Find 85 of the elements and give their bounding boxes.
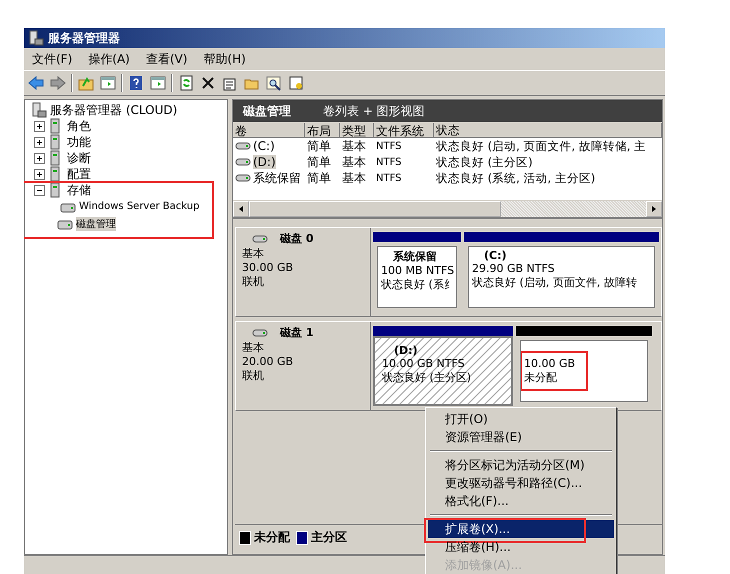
pane-title: 磁盘管理	[243, 102, 291, 120]
drive-icon	[235, 141, 251, 151]
table-cell: 简单	[307, 170, 331, 186]
tree-item[interactable]: 功能	[67, 134, 91, 150]
legend-label: 未分配	[254, 529, 290, 546]
table-cell: (D:)	[253, 155, 276, 169]
menu-item[interactable]: 帮助(H)	[203, 50, 246, 68]
column-header[interactable]: 文件系统	[374, 122, 434, 138]
table-cell: (C:)	[253, 139, 275, 153]
drive-icon	[252, 328, 268, 338]
help-icon[interactable]	[127, 74, 145, 92]
menu-item[interactable]: 将分区标记为活动分区(M)	[428, 456, 614, 474]
table-cell: 状态良好 (主分区)	[436, 154, 533, 170]
tree-item[interactable]: 配置	[67, 166, 91, 182]
table-cell: NTFS	[376, 140, 402, 152]
column-header[interactable]: 布局	[305, 122, 340, 138]
disk-size: 30.00 GB	[242, 261, 294, 274]
drive-icon	[235, 157, 251, 167]
partition-status: 未分配	[524, 370, 558, 385]
window-title: 服务器管理器	[48, 30, 120, 46]
disk-status: 联机	[242, 368, 265, 383]
table-cell: 基本	[342, 138, 366, 154]
menu-item[interactable]: 打开(O)	[428, 410, 614, 428]
forward-arrow-icon[interactable]	[49, 74, 67, 92]
expander-icon[interactable]	[34, 184, 45, 196]
panel-icon[interactable]	[99, 74, 117, 92]
drive-icon	[252, 234, 268, 244]
menu-item[interactable]: 更改驱动器号和路径(C)...	[428, 474, 614, 492]
expander-icon[interactable]	[34, 152, 45, 164]
tree-item[interactable]: 服务器管理器 (CLOUD)	[50, 102, 178, 118]
pane-subtitle: 卷列表 + 图形视图	[323, 102, 425, 120]
partition-detail: 29.90 GB NTFS	[472, 262, 556, 275]
partition-block[interactable]: (D:) 10.00 GB NTFS 状态良好 (主分区)	[373, 336, 513, 406]
partition-detail: 10.00 GB NTFS	[382, 357, 466, 370]
menu-item[interactable]: 操作(A)	[88, 50, 130, 68]
menu-item[interactable]: 格式化(F)...	[428, 492, 614, 510]
column-header[interactable]: 卷	[233, 122, 305, 138]
server-icon	[28, 30, 44, 46]
legend-label: 主分区	[311, 529, 347, 546]
menu-item[interactable]: 压缩卷(H)...	[428, 538, 614, 556]
menu-item[interactable]: 查看(V)	[146, 50, 188, 68]
table-cell: 状态良好 (系统, 活动, 主分区)	[436, 170, 596, 186]
tree-item[interactable]: Windows Server Backup	[79, 201, 200, 212]
tree-item[interactable]: 存储	[67, 182, 91, 198]
partition-title: (C:)	[483, 249, 508, 262]
disk-type: 基本	[242, 246, 265, 261]
horizontal-scrollbar[interactable]	[233, 200, 662, 217]
tree-item[interactable]: 诊断	[67, 150, 91, 166]
expander-icon[interactable]	[34, 168, 45, 180]
partition-title: 系统保留	[392, 249, 438, 264]
table-cell: 简单	[307, 154, 331, 170]
expander-icon[interactable]	[34, 120, 45, 132]
scroll-left-icon[interactable]	[238, 206, 244, 212]
partition-status: 状态良好 (主分区)	[382, 370, 472, 385]
panel-icon[interactable]	[149, 74, 167, 92]
table-cell: NTFS	[376, 156, 402, 168]
drive-icon	[235, 173, 251, 183]
column-header[interactable]: 类型	[340, 122, 374, 138]
disk-status: 联机	[242, 274, 265, 289]
menu-item[interactable]: 扩展卷(X)...	[428, 520, 614, 538]
scroll-right-icon[interactable]	[651, 206, 657, 212]
disk-size: 20.00 GB	[242, 355, 294, 368]
magnifier-icon[interactable]	[265, 74, 283, 92]
partition-detail: 10.00 GB	[524, 357, 576, 370]
partition-status: 状态良好 (启动, 页面文件, 故障转	[472, 275, 638, 290]
partition-status: 状态良好 (系纟	[381, 277, 453, 292]
disk-type: 基本	[242, 340, 265, 355]
column-header[interactable]: 状态	[434, 122, 662, 138]
server-icon	[31, 102, 47, 118]
partition-detail: 100 MB NTFS	[381, 264, 453, 277]
menu-item[interactable]: 文件(F)	[32, 50, 72, 68]
menu-item[interactable]: 资源管理器(E)	[428, 428, 614, 446]
disk-name: 磁盘 0	[280, 231, 314, 246]
tree-item[interactable]: 角色	[67, 118, 91, 134]
table-cell: 基本	[342, 154, 366, 170]
table-cell: 系统保留	[253, 170, 301, 186]
table-cell: 状态良好 (启动, 页面文件, 故障转储, 主	[436, 138, 646, 154]
table-cell: NTFS	[376, 172, 402, 184]
disk-name: 磁盘 1	[280, 325, 314, 340]
partition-title: (D:)	[393, 344, 419, 357]
tree-item[interactable]: 磁盘管理	[76, 216, 116, 230]
expander-icon[interactable]	[34, 136, 45, 148]
table-cell: 基本	[342, 170, 366, 186]
table-cell: 简单	[307, 138, 331, 154]
back-arrow-icon[interactable]	[27, 74, 45, 92]
